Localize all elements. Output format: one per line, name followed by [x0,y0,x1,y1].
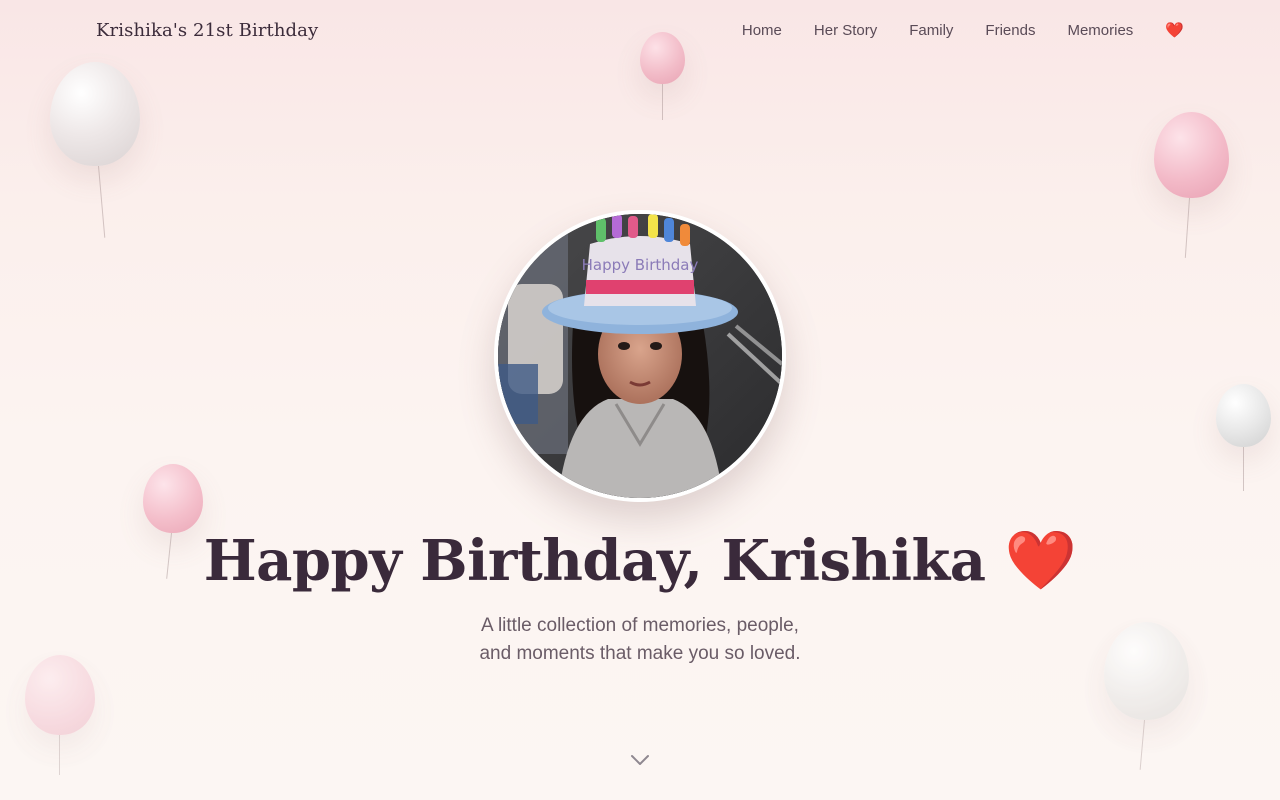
chevron-down-icon[interactable] [628,748,652,772]
balloon-decoration [1154,112,1229,258]
hero-title-text: Happy Birthday, Krishika [203,528,986,594]
nav-links: Home Her Story Family Friends Memories ❤… [742,21,1184,40]
balloon-decoration [50,62,140,238]
nav-link-her-story[interactable]: Her Story [814,22,877,39]
site-brand[interactable]: Krishika's 21st Birthday [96,20,318,41]
hero-subtitle: A little collection of memories, people,… [0,612,1280,668]
balloon-decoration [1216,384,1271,491]
nav-link-friends[interactable]: Friends [985,22,1035,39]
heart-icon: ❤️ [1004,526,1077,594]
nav-heart-icon[interactable]: ❤️ [1165,21,1184,39]
top-navbar: Krishika's 21st Birthday Home Her Story … [0,0,1280,60]
balloon-decoration [143,464,203,579]
hero-subtitle-line-1: A little collection of memories, people, [481,615,799,636]
nav-link-family[interactable]: Family [909,22,953,39]
nav-link-memories[interactable]: Memories [1067,22,1133,39]
hat-text: Happy Birthday [582,256,699,274]
nav-link-home[interactable]: Home [742,22,782,39]
hero-subtitle-line-2: and moments that make you so loved. [479,643,801,664]
profile-photo: Happy Birthday [494,210,786,502]
hero-title: Happy Birthday, Krishika ❤️ [0,526,1280,595]
